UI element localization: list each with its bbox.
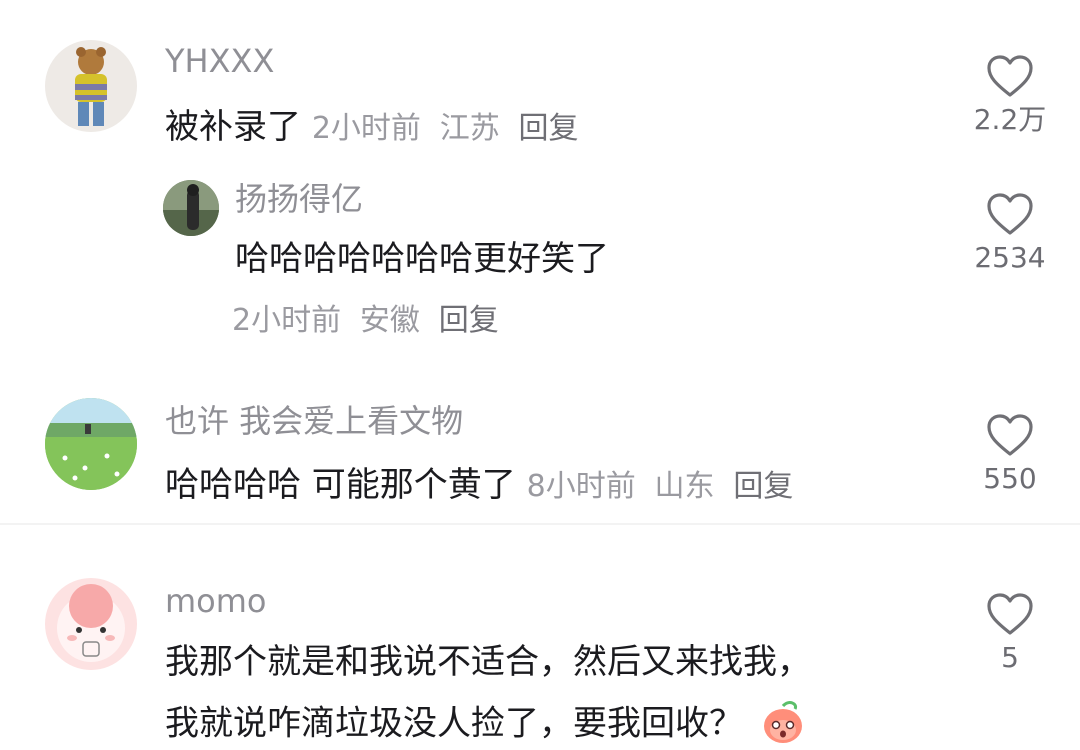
comment-text: 被补录了 2小时前 江苏 回复 (165, 110, 579, 144)
comment-text: 哈哈哈哈 可能那个黄了 8小时前 山东 回复 (165, 468, 793, 502)
comment-body-line-2-text: 我就说咋滴垃圾没人捡了，要我回收？ (165, 703, 743, 744)
comment-body-line-2: 我就说咋滴垃圾没人捡了，要我回收？ (165, 700, 806, 750)
comment-username[interactable]: YHXXX (165, 45, 274, 77)
comment-time: 2小时前 (232, 303, 342, 338)
comment-body: 哈哈哈哈 可能那个黄了 (165, 465, 516, 505)
comment-location: 安徽 (359, 303, 420, 338)
comment-body: 哈哈哈哈哈哈哈更好笑了 (235, 239, 609, 279)
comment-body-line-1: 我那个就是和我说不适合，然后又来找我， (165, 642, 811, 682)
like-button[interactable]: 550 (955, 413, 1065, 493)
comment-meta: 2小时前 安徽 回复 (232, 302, 499, 336)
peach-emoji-icon (760, 700, 806, 750)
comment-time: 2小时前 (311, 111, 421, 146)
comment-username[interactable]: 也许 我会爱上看文物 (165, 405, 463, 437)
comment-time: 8小时前 (526, 469, 636, 504)
like-button[interactable]: 2534 (955, 192, 1065, 272)
like-count: 2.2万 (973, 103, 1047, 136)
comment-username[interactable]: 扬扬得亿 (235, 183, 363, 215)
heart-icon (987, 593, 1033, 635)
avatar[interactable] (45, 398, 137, 490)
divider (0, 523, 1080, 525)
reply-button[interactable]: 回复 (733, 469, 793, 504)
avatar[interactable] (45, 578, 137, 670)
reply-button[interactable]: 回复 (519, 111, 579, 146)
comment-username[interactable]: momo (165, 585, 267, 617)
comment-location: 山东 (654, 469, 715, 504)
avatar[interactable] (45, 40, 137, 132)
reply-button[interactable]: 回复 (439, 303, 499, 338)
heart-icon (987, 193, 1033, 235)
avatar[interactable] (163, 180, 219, 236)
like-count: 550 (983, 462, 1037, 495)
like-button[interactable]: 5 (955, 592, 1065, 672)
comment-location: 江苏 (439, 111, 500, 146)
heart-icon (987, 414, 1033, 456)
like-count: 2534 (974, 241, 1046, 274)
comment-body: 被补录了 (165, 107, 301, 147)
like-count: 5 (1001, 641, 1019, 674)
heart-icon (987, 55, 1033, 97)
like-button[interactable]: 2.2万 (955, 54, 1065, 134)
